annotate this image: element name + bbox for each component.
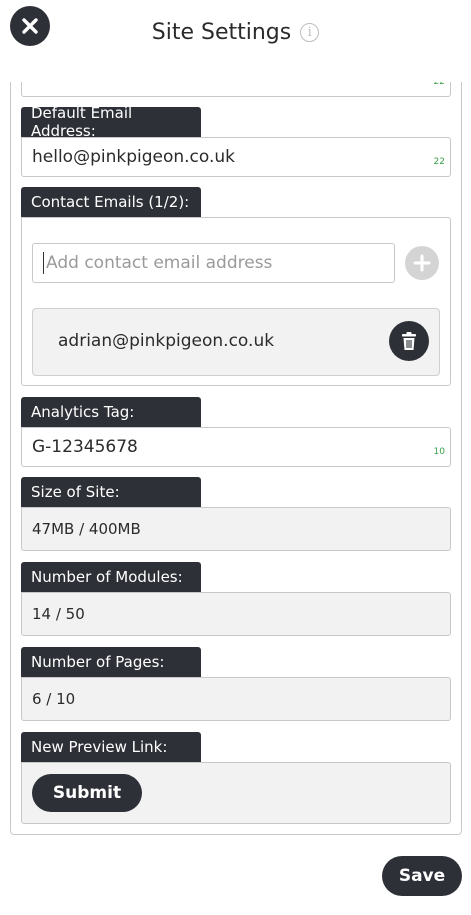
add-contact-email-button[interactable] <box>405 246 439 280</box>
modules-value: 14 / 50 <box>32 605 85 623</box>
info-icon[interactable]: i <box>300 23 320 42</box>
trash-icon <box>402 332 416 350</box>
contact-email-address: adrian@pinkpigeon.co.uk <box>58 331 275 351</box>
contact-emails-group: Add contact email address adrian@pinkpig… <box>21 217 451 386</box>
plus-icon <box>413 254 431 272</box>
analytics-tag-counter: 10 <box>433 447 445 457</box>
pages-label: Number of Pages: <box>21 647 201 677</box>
pages-field: 6 / 10 <box>21 677 451 721</box>
modules-field: 14 / 50 <box>21 592 451 636</box>
analytics-tag-value: G-12345678 <box>32 437 138 457</box>
contact-email-item: adrian@pinkpigeon.co.uk <box>32 308 440 376</box>
title-row: Site Settings i <box>0 20 471 45</box>
default-email-field[interactable]: hello@pinkpigeon.co.uk 22 <box>21 137 451 177</box>
analytics-tag-label: Analytics Tag: <box>21 397 201 427</box>
contact-email-placeholder: Add contact email address <box>46 253 273 273</box>
default-email-counter: 22 <box>433 157 445 167</box>
default-email-label: Default Email Address: <box>21 104 201 140</box>
text-caret <box>43 252 44 274</box>
default-email-value: hello@pinkpigeon.co.uk <box>32 147 236 167</box>
site-size-label: Size of Site: <box>21 477 201 507</box>
save-button[interactable]: Save <box>382 856 462 896</box>
contact-email-input[interactable]: Add contact email address <box>32 243 395 283</box>
site-size-field: 47MB / 400MB <box>21 507 451 551</box>
modules-label: Number of Modules: <box>21 562 201 592</box>
analytics-tag-field[interactable]: G-12345678 10 <box>21 427 451 467</box>
preview-link-label: New Preview Link: <box>21 732 201 762</box>
submit-button[interactable]: Submit <box>32 774 142 812</box>
preview-link-box: Submit <box>21 762 451 824</box>
delete-contact-email-button[interactable] <box>389 321 429 361</box>
page-title: Site Settings <box>151 20 292 45</box>
contact-emails-label: Contact Emails (1/2): <box>21 187 201 217</box>
pages-value: 6 / 10 <box>32 690 76 708</box>
site-size-value: 47MB / 400MB <box>32 520 141 538</box>
